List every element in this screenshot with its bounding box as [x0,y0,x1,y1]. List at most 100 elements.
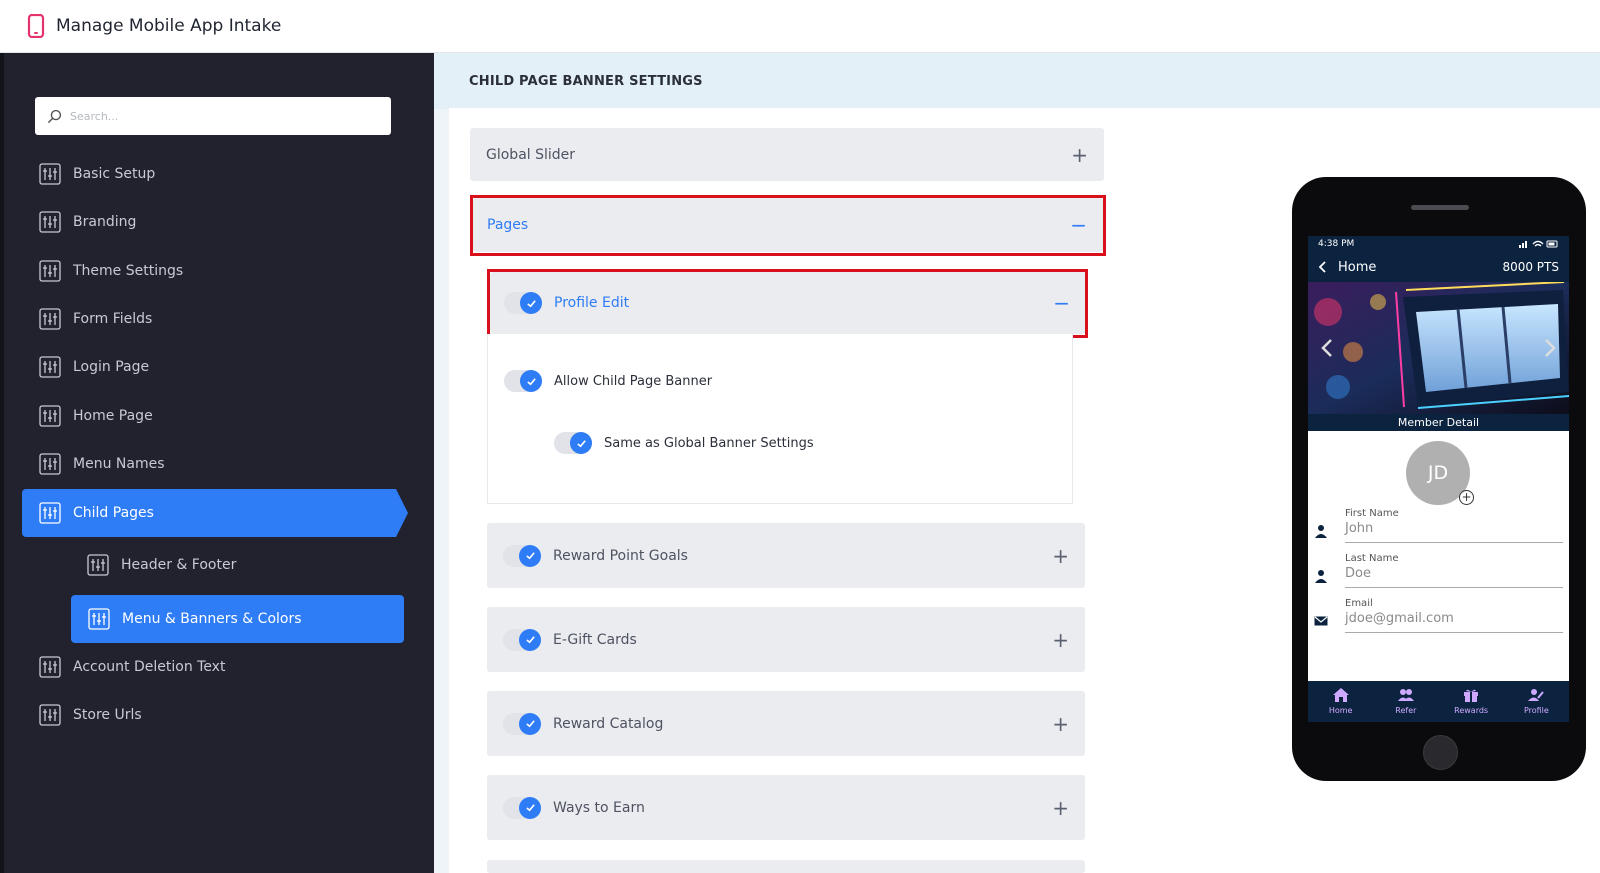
accordion-label: Profile Edit [554,295,630,311]
sliders-icon [39,163,61,185]
search-input[interactable] [70,109,370,123]
status-time: 4:38 PM [1318,239,1355,249]
profile-edit-toggle[interactable] [504,292,542,314]
sidebar-item-label: Account Deletion Text [73,659,226,675]
check-icon [525,804,535,812]
phone-screen: 4:38 PM Home 8000 PTS Member Detail JD +… [1308,236,1569,722]
sliders-icon [39,502,61,524]
sidebar-item-label: Child Pages [73,505,154,521]
e-gift-cards-toggle[interactable] [503,628,541,651]
accordion-profile-edit[interactable]: Profile Edit − [490,272,1086,334]
check-icon [576,439,586,447]
sliders-icon [39,308,61,330]
last-name-field[interactable]: Last Name Doe [1314,551,1563,591]
accordion-next-partial[interactable] [487,860,1085,873]
sidebar-item-home-page[interactable]: Home Page [39,392,419,440]
sliders-icon [39,356,61,378]
sidebar-item-child-pages[interactable]: Child Pages [22,489,408,537]
sidebar-subitem-menu-banners-colors[interactable]: Menu & Banners & Colors [71,595,404,643]
sliders-icon [39,453,61,475]
sidebar-item-label: Theme Settings [73,263,184,279]
field-label: First Name [1345,508,1399,519]
accordion-label: Pages [487,217,529,233]
sliders-icon [39,704,61,726]
phone-speaker [1411,205,1469,210]
allow-banner-toggle[interactable] [504,370,542,392]
phone-tab-bar: Home Refer Rewards Profile [1308,681,1569,722]
reward-catalog-toggle[interactable] [503,712,541,735]
sidebar-item-account-deletion-text[interactable]: Account Deletion Text [39,643,419,691]
search-icon [47,109,62,123]
accordion-global-slider[interactable]: Global Slider + [470,128,1104,181]
expand-plus-icon[interactable]: + [1052,630,1069,650]
sidebar-item-label: Menu Names [73,456,165,472]
first-name-field[interactable]: First Name John [1314,506,1563,546]
top-bar: Manage Mobile App Intake [0,0,1600,53]
sidebar-item-basic-setup[interactable]: Basic Setup [39,150,419,198]
sidebar-item-label: Store Urls [73,707,142,723]
accordion-label: Reward Catalog [553,715,664,732]
search-box[interactable] [35,97,391,135]
add-photo-icon[interactable]: + [1459,490,1474,505]
sidebar-item-form-fields[interactable]: Form Fields [39,295,419,343]
phone-app-bar: Home 8000 PTS [1308,252,1569,282]
sidebar-item-menu-names[interactable]: Menu Names [39,440,419,488]
accordion-reward-catalog[interactable]: Reward Catalog + [487,691,1085,756]
person-icon [1315,525,1327,538]
tab-profile[interactable]: Profile [1504,681,1569,722]
accordion-e-gift-cards[interactable]: E-Gift Cards + [487,607,1085,672]
allow-banner-row: Allow Child Page Banner [504,370,712,392]
expand-plus-icon[interactable]: + [1052,714,1069,734]
sidebar-item-label: Header & Footer [121,557,237,573]
sidebar-item-theme-settings[interactable]: Theme Settings [39,247,419,295]
sliders-icon [39,260,61,282]
sidebar-item-store-urls[interactable]: Store Urls [39,691,419,739]
collapse-minus-icon[interactable]: − [1053,293,1070,313]
tab-label: Profile [1523,706,1549,715]
status-icons [1519,240,1558,248]
allow-banner-label: Allow Child Page Banner [554,373,713,389]
profile-edit-icon [1528,689,1545,701]
accordion-pages[interactable]: Pages − [473,198,1103,252]
accordion-label: Reward Point Goals [553,547,688,564]
back-arrow-icon[interactable] [1318,261,1328,273]
accordion-label: Global Slider [486,146,576,163]
field-value: Doe [1345,566,1371,581]
tab-rewards[interactable]: Rewards [1439,681,1504,722]
same-as-global-toggle[interactable] [554,432,592,454]
mobile-phone-icon [27,14,45,38]
points-display: 8000 PTS [1502,260,1559,274]
tab-home[interactable]: Home [1308,681,1373,722]
ways-to-earn-toggle[interactable] [503,796,541,819]
profile-edit-panel [487,334,1073,504]
sidebar-item-branding[interactable]: Branding [39,198,419,246]
check-icon [525,636,535,644]
sliders-icon [88,608,110,630]
gift-icon [1464,689,1479,702]
field-value: John [1345,521,1374,536]
accordion-reward-point-goals[interactable]: Reward Point Goals + [487,523,1085,588]
sliders-icon [39,211,61,233]
tab-refer[interactable]: Refer [1373,681,1438,722]
email-field[interactable]: Email jdoe@gmail.com [1314,596,1563,636]
sliders-icon [39,656,61,678]
sidebar-item-label: Login Page [73,359,150,375]
sidebar-item-label: Branding [73,214,137,230]
sidebar-item-login-page[interactable]: Login Page [39,343,419,391]
sidebar-subitem-header-footer[interactable]: Header & Footer [87,541,407,589]
chevron-right-icon[interactable] [1543,338,1557,358]
expand-plus-icon[interactable]: + [1071,145,1088,165]
expand-plus-icon[interactable]: + [1052,798,1069,818]
section-title: CHILD PAGE BANNER SETTINGS [434,53,1600,109]
banner-image [1308,282,1569,414]
expand-plus-icon[interactable]: + [1052,546,1069,566]
accordion-ways-to-earn[interactable]: Ways to Earn + [487,775,1085,840]
tab-label: Refer [1395,706,1417,715]
tab-label: Home [1328,706,1353,715]
collapse-minus-icon[interactable]: − [1070,215,1087,235]
phone-status-bar: 4:38 PM [1308,236,1569,252]
check-icon [525,552,535,560]
page-title: Manage Mobile App Intake [56,16,282,36]
reward-point-goals-toggle[interactable] [503,544,541,567]
chevron-left-icon[interactable] [1320,338,1334,358]
